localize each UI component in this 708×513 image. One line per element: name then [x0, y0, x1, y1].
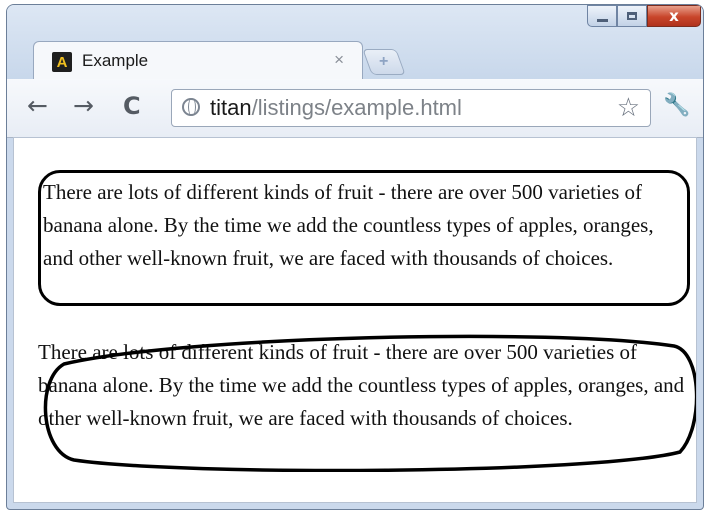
- toolbar: ← → C titan/listings/example.html ☆ 🔧: [7, 79, 703, 138]
- rounded-border-paragraph: There are lots of different kinds of fru…: [38, 170, 690, 306]
- url-text: titan/listings/example.html: [210, 95, 462, 121]
- minimize-icon: [596, 18, 608, 22]
- favicon-icon: A: [52, 52, 72, 72]
- close-icon: x: [669, 7, 679, 25]
- url-path: /listings/example.html: [251, 95, 462, 120]
- new-tab-button[interactable]: +: [362, 49, 406, 75]
- url-host: titan: [210, 95, 252, 120]
- page-content: There are lots of different kinds of fru…: [13, 137, 697, 503]
- title-bar: x A Example × +: [7, 5, 703, 85]
- minimize-button[interactable]: [587, 5, 617, 27]
- browser-window: x A Example × + ← → C titan/listings/exa…: [6, 4, 704, 510]
- elliptical-border-paragraph: There are lots of different kinds of fru…: [38, 340, 685, 430]
- wrench-menu-icon[interactable]: 🔧: [663, 93, 690, 118]
- close-window-button[interactable]: x: [647, 5, 701, 27]
- tab-title: Example: [82, 51, 149, 70]
- maximize-button[interactable]: [617, 5, 647, 27]
- address-bar[interactable]: titan/listings/example.html ☆: [171, 89, 651, 127]
- plus-icon: +: [379, 53, 389, 70]
- back-button[interactable]: ←: [27, 93, 48, 119]
- globe-icon: [182, 98, 200, 116]
- reload-button[interactable]: C: [123, 93, 141, 119]
- tab-example[interactable]: A Example ×: [33, 41, 363, 79]
- maximize-icon: [627, 12, 637, 20]
- bookmark-star-icon[interactable]: ☆: [617, 93, 640, 123]
- tab-close-icon[interactable]: ×: [334, 50, 344, 70]
- forward-button[interactable]: →: [73, 93, 94, 119]
- window-controls: x: [587, 5, 701, 27]
